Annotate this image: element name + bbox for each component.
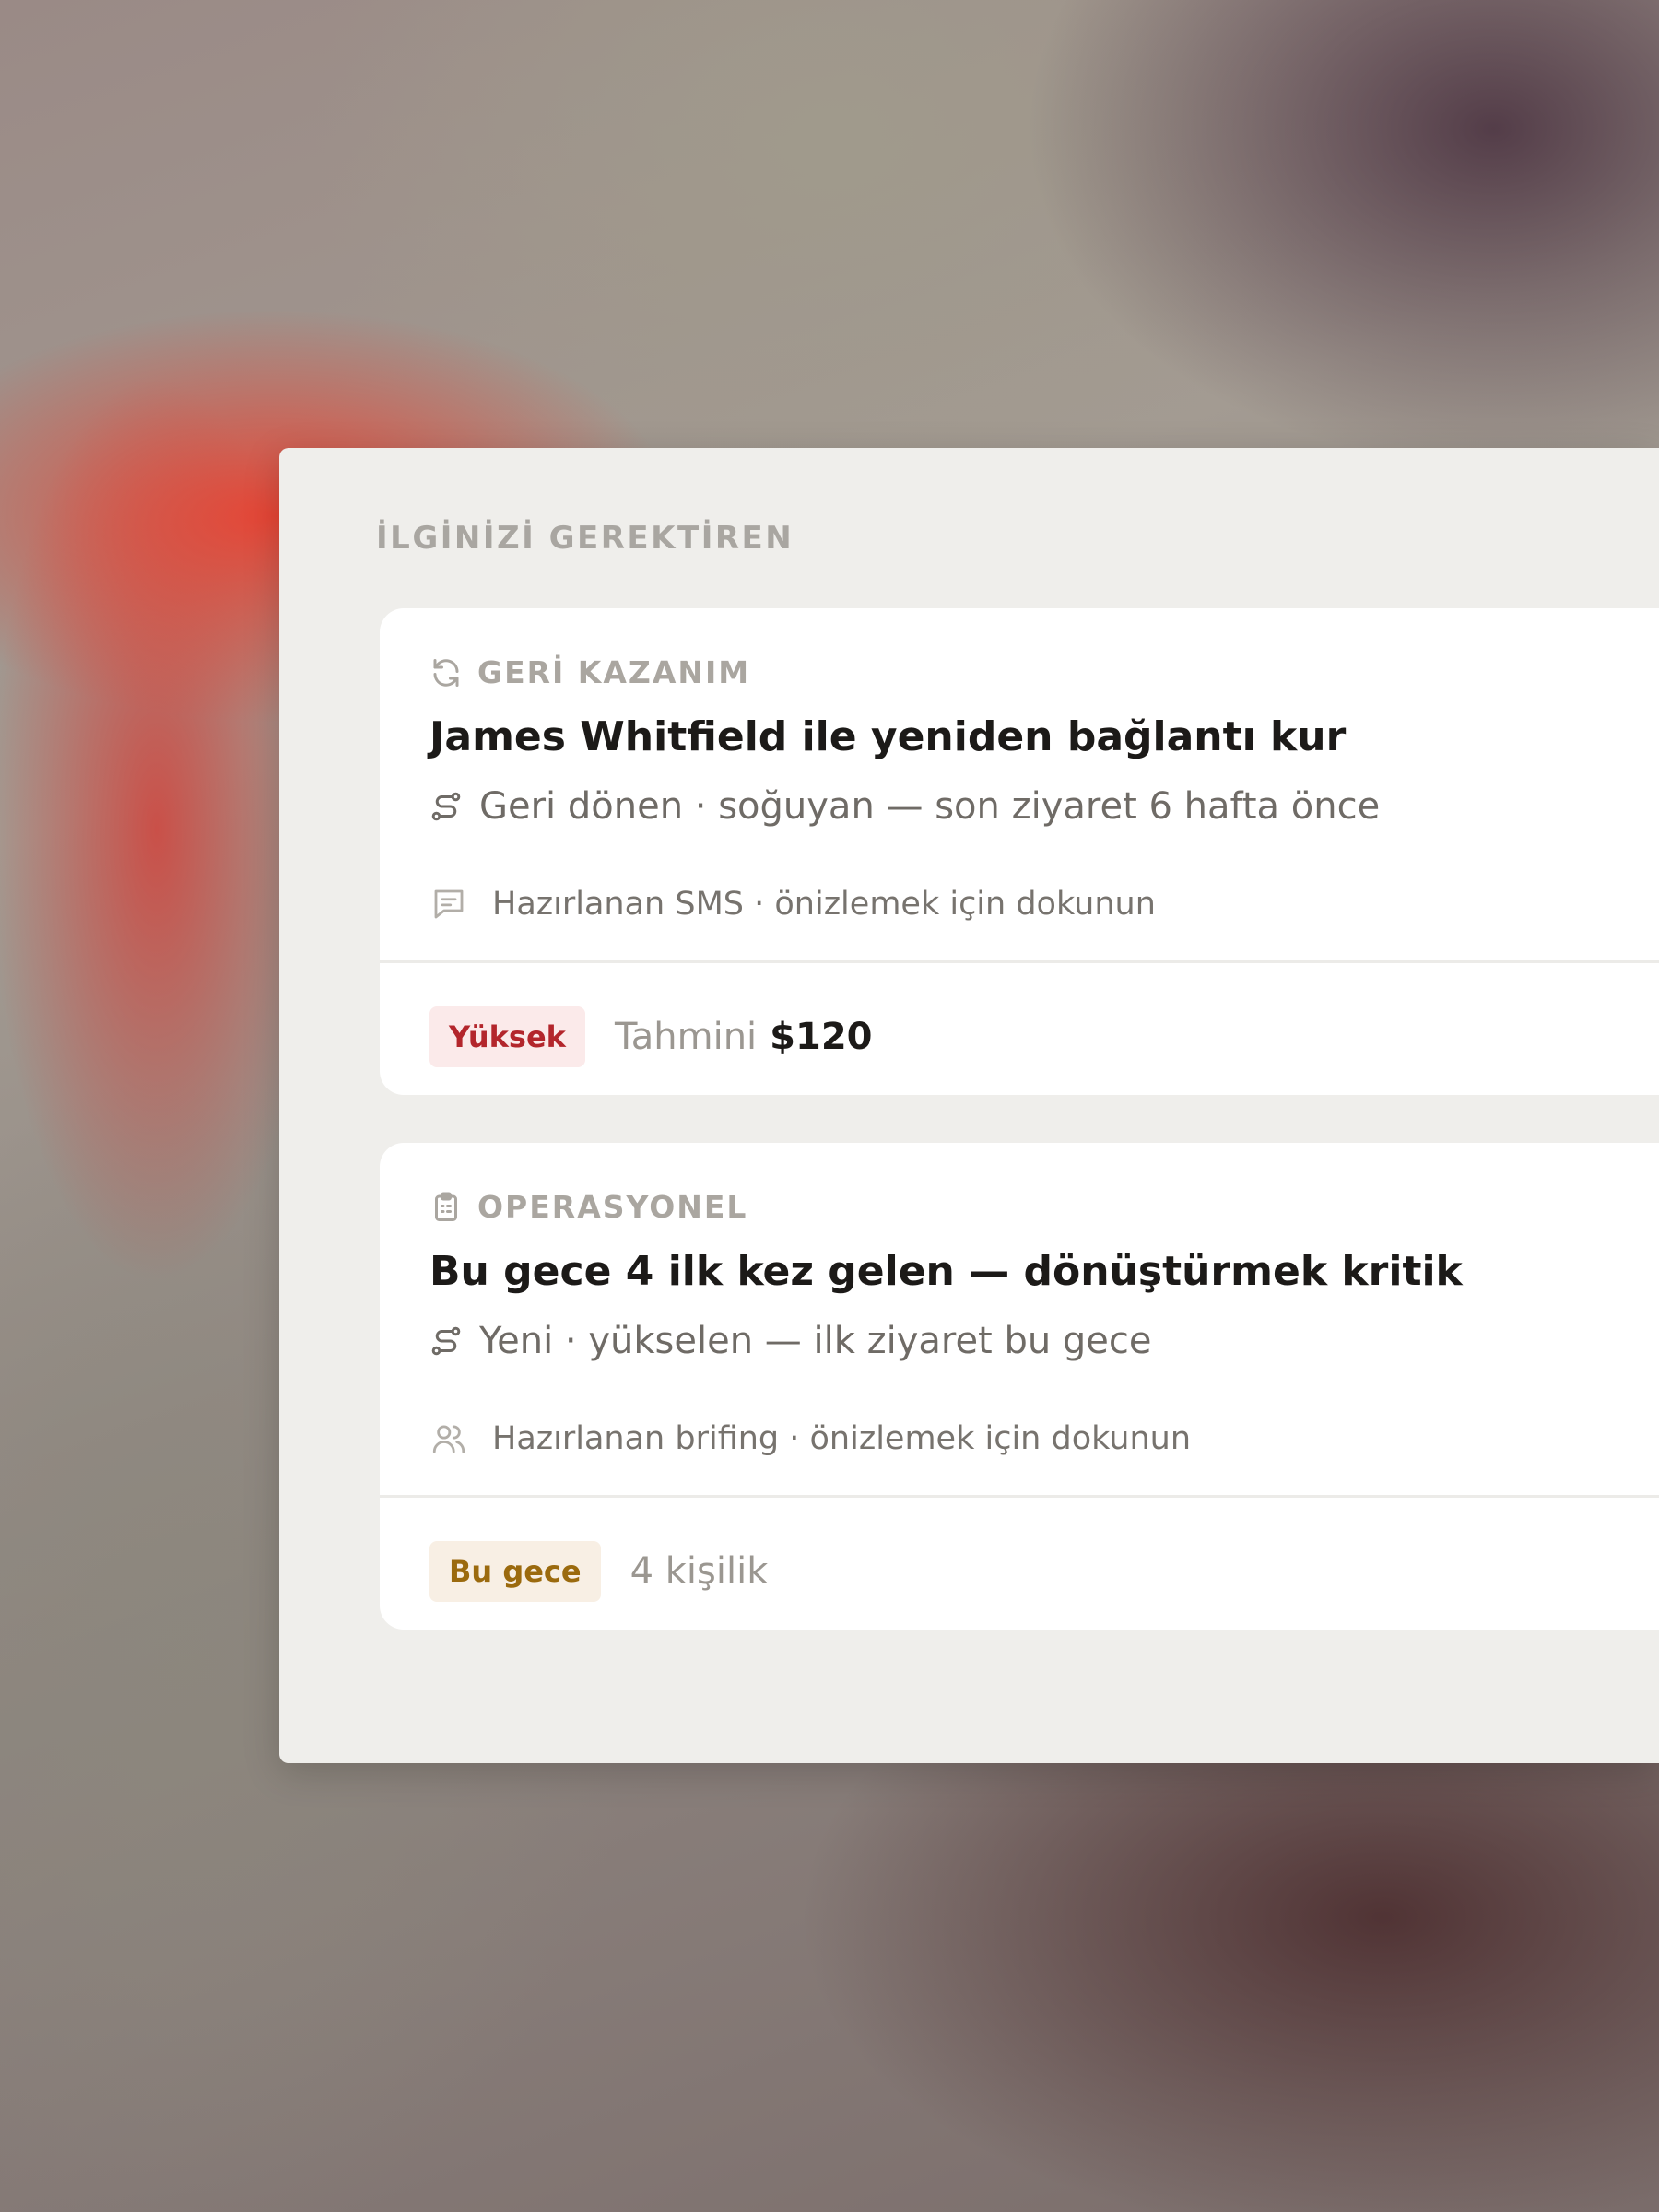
route-icon [429,790,463,823]
draft-preview-link[interactable]: Hazırlanan brifing · önizlemek için doku… [429,1419,1191,1458]
users-icon [429,1419,468,1458]
card-divider [380,960,1659,963]
category-label: GERİ KAZANIM [477,654,751,690]
card-footer: Yüksek Tahmini $120 [429,1006,872,1067]
section-title: İLGİNİZİ GEREKTİREN [376,520,794,557]
draft-preview-link[interactable]: Hazırlanan SMS · önizlemek için dokunun [429,885,1156,924]
draft-text: Hazırlanan brifing · önizlemek için doku… [492,1420,1192,1457]
attention-panel: İLGİNİZİ GEREKTİREN GERİ KAZANIM James W… [279,448,1659,1763]
estimate-value: $120 [770,1016,873,1058]
card-title: James Whitfield ile yeniden bağlantı kur [429,713,1347,760]
card-subtitle: Yeni · yükselen — ilk ziyaret bu gece [429,1320,1152,1362]
card-divider [380,1495,1659,1498]
card-category: OPERASYONEL [429,1189,747,1225]
subtitle-text: Geri dönen · soğuyan — son ziyaret 6 haf… [479,785,1381,828]
subtitle-text: Yeni · yükselen — ilk ziyaret bu gece [479,1320,1152,1362]
draft-text: Hazırlanan SMS · önizlemek için dokunun [492,886,1156,923]
priority-badge: Yüksek [429,1006,585,1067]
card-category: GERİ KAZANIM [429,654,750,690]
card-footer: Bu gece 4 kişilik [429,1541,781,1602]
task-card-reconnect[interactable]: GERİ KAZANIM James Whitfield ile yeniden… [380,608,1659,1095]
card-title: Bu gece 4 ilk kez gelen — dönüştürmek kr… [429,1248,1463,1295]
clipboard-icon [429,1191,463,1224]
timing-badge: Bu gece [429,1541,601,1602]
refresh-icon [429,656,463,689]
estimate-label: Tahmini [614,1016,758,1058]
task-card-first-timers[interactable]: OPERASYONEL Bu gece 4 ilk kez gelen — dö… [380,1143,1659,1630]
route-icon [429,1324,463,1358]
category-label: OPERASYONEL [477,1189,748,1225]
card-subtitle: Geri dönen · soğuyan — son ziyaret 6 haf… [429,785,1380,828]
message-icon [429,885,468,924]
party-size-label: 4 kişilik [629,1550,769,1593]
